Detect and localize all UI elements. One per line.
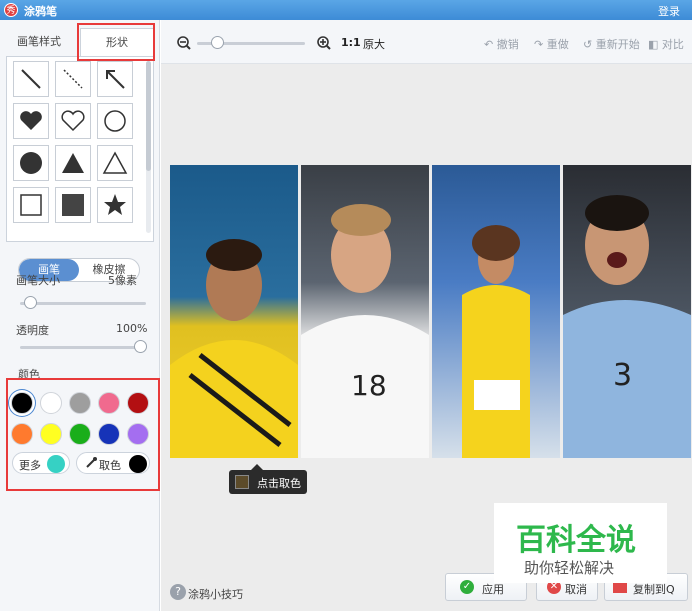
app-title: 涂鸦笔	[24, 5, 57, 18]
check-icon: ✓	[460, 580, 474, 594]
ratio-button[interactable]: 1:1	[341, 36, 361, 49]
photo-panel-3	[432, 165, 560, 458]
shape-scroll-thumb[interactable]	[146, 61, 151, 171]
square-outline-shape-icon[interactable]	[13, 187, 49, 223]
apply-label: 应用	[482, 583, 504, 596]
watermark-title: 百科全说	[516, 523, 636, 558]
redo-button[interactable]: ↷ 重做	[534, 36, 569, 52]
compare-button[interactable]: ◧ 对比	[648, 36, 684, 52]
app-logo-icon: 秀	[4, 3, 18, 17]
tips-link[interactable]: 涂鸦小技巧	[188, 586, 243, 602]
zoom-slider-knob[interactable]	[211, 36, 225, 49]
shape-tab-highlight	[77, 23, 155, 61]
photo-panel-1	[170, 165, 298, 458]
restart-button[interactable]: ↺ 重新开始	[583, 36, 640, 52]
undo-button[interactable]: ↶ 撤销	[484, 36, 519, 52]
cancel-label: 取消	[565, 583, 587, 596]
toolbar: 1:1 原大 ↶ 撤销 ↷ 重做 ↺ 重新开始 ◧ 对比	[161, 20, 692, 64]
watermark-subtitle: 助你轻松解决	[524, 559, 615, 577]
opacity-slider[interactable]	[20, 346, 146, 349]
brush-size-value: 5像素	[108, 274, 137, 287]
tooltip-arrow	[251, 464, 263, 470]
triangle-filled-shape-icon[interactable]	[55, 145, 91, 181]
arrow-shape-icon[interactable]	[97, 61, 133, 97]
brush-size-slider-knob[interactable]	[23, 296, 37, 309]
star-filled-shape-icon[interactable]	[97, 187, 133, 223]
login-link[interactable]: 登录	[658, 3, 680, 19]
heart-filled-shape-icon[interactable]	[13, 103, 49, 139]
redo-label: 重做	[546, 38, 569, 51]
undo-label: 撤销	[496, 38, 519, 51]
original-size-button[interactable]: 原大	[363, 36, 385, 52]
opacity-label: 透明度	[16, 324, 49, 337]
color-pick-tooltip: 点击取色	[229, 464, 307, 494]
zoom-in-icon[interactable]	[317, 36, 331, 50]
brush-size-slider[interactable]	[20, 302, 146, 305]
circle-outline-shape-icon[interactable]	[97, 103, 133, 139]
triangle-outline-shape-icon[interactable]	[97, 145, 133, 181]
svg-text:3: 3	[613, 358, 632, 393]
zoom-out-icon[interactable]	[177, 36, 191, 50]
tab-brush-style[interactable]: 画笔样式	[4, 28, 74, 56]
line-shape-icon[interactable]	[13, 61, 49, 97]
left-panel: 画笔样式 形状 画笔 橡皮擦	[0, 20, 160, 611]
opacity-slider-knob[interactable]	[134, 340, 147, 353]
brush-size-label: 画笔大小	[16, 274, 60, 287]
watermark: 百科全说 助你轻松解决	[494, 503, 667, 583]
tooltip-text: 点击取色	[257, 477, 301, 490]
opacity-value: 100%	[116, 322, 148, 335]
compare-label: 对比	[661, 38, 684, 51]
photo-panel-4: 3	[563, 165, 691, 458]
color-highlight	[6, 378, 160, 491]
shape-grid	[6, 56, 154, 242]
title-bar: 秀 涂鸦笔 登录	[0, 0, 692, 20]
svg-text:18: 18	[351, 369, 387, 402]
restart-label: 重新开始	[595, 38, 640, 51]
shape-scrollbar[interactable]	[146, 61, 151, 233]
square-filled-shape-icon[interactable]	[55, 187, 91, 223]
circle-filled-shape-icon[interactable]	[13, 145, 49, 181]
third-button-label: 复制到Q	[633, 583, 675, 596]
help-icon[interactable]: ?	[170, 584, 186, 600]
tooltip-color-swatch	[235, 475, 249, 489]
heart-outline-shape-icon[interactable]	[55, 103, 91, 139]
dashed-line-shape-icon[interactable]	[55, 61, 91, 97]
photo-panel-2: 18	[301, 165, 429, 458]
